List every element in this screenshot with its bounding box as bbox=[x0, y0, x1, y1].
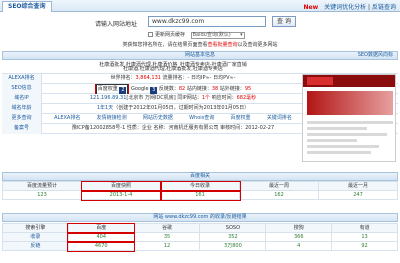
world-rank: 3,864,131 bbox=[135, 75, 161, 81]
refresh-cache-checkbox[interactable] bbox=[148, 32, 153, 37]
tab-seo-query[interactable]: SEO综合查询 bbox=[2, 1, 52, 12]
seo-values: 百度权重 2 Google 3 反链数：82 站内链接：38 站外链接：95 bbox=[94, 84, 252, 94]
more-link-whois[interactable]: Whois查询 bbox=[189, 114, 214, 124]
top-links: New 关键词优化分析 | 反链查询 bbox=[304, 2, 396, 11]
baidu-weight-badge[interactable]: 百度权重 2 bbox=[94, 84, 130, 94]
baidu-snapshot-header: 百度快照 bbox=[80, 180, 162, 192]
keyword-text: 杜康酒,杜康酒代理,杜康酒批发,杜康酒专卖店 bbox=[123, 66, 223, 72]
thumb-banner bbox=[307, 91, 393, 115]
alexa-label: ALEXA排名 bbox=[2, 74, 42, 84]
chevron-down-icon: ▾ bbox=[240, 32, 243, 38]
more-query-label: 更多查询 bbox=[2, 114, 42, 124]
seo-label: SEO信息 bbox=[2, 84, 42, 94]
notice-text: 类获知您排名所在，请在结果页面查看查看批量查询以及查询更多网站 bbox=[122, 42, 278, 48]
more-link-keyword-rank[interactable]: 关键词排名 bbox=[267, 114, 292, 124]
baidu-related-bar: 百度相关 bbox=[2, 172, 398, 181]
basic-info-bar: 网站基本信息 SEO数据风向标 bbox=[2, 51, 398, 60]
engines-header-row: 搜索引擎 百度 谷歌 SOSO 搜狗 有道 bbox=[2, 222, 398, 234]
query-button[interactable]: 查 询 bbox=[272, 16, 296, 27]
backlink-query-link[interactable]: 反链查询 bbox=[372, 4, 396, 11]
more-link-alexa[interactable]: ALEXA排名 bbox=[54, 114, 80, 124]
today-index-header: 今日收录 bbox=[159, 180, 241, 192]
more-link-history[interactable]: 网站历史数据 bbox=[143, 114, 173, 124]
baidu-table: 百度流量预计 百度快照 今日收录 最近一周 最近一月 123 2013-1-4 … bbox=[2, 180, 398, 201]
index-count-row: 收录 404 35 352 366 13 bbox=[2, 231, 398, 243]
today-index-count[interactable]: 161 bbox=[159, 189, 241, 201]
baidu-index-count[interactable]: 404 bbox=[67, 231, 136, 243]
keyword-analysis-link[interactable]: 关键词优化分析 bbox=[324, 4, 366, 11]
alexa-values: 世界排名：3,864,131 流量排名：- 日均IP≈- 日均PV≈- bbox=[110, 75, 236, 81]
baidu-value-row: 123 2013-1-4 161 162 247 bbox=[2, 189, 398, 201]
new-badge: New bbox=[303, 4, 319, 11]
options-row: 更新网页缓存 Baidu查询(默认) ▾ bbox=[148, 31, 245, 39]
thumb-logo bbox=[307, 77, 333, 85]
domain-ip-label: 域名IP bbox=[2, 94, 42, 104]
url-input[interactable] bbox=[148, 16, 266, 27]
baidu-engine-header: 百度 bbox=[67, 222, 136, 234]
site-thumbnail[interactable] bbox=[302, 74, 396, 162]
top-tab-bar: SEO综合查询 New 关键词优化分析 | 反链查询 bbox=[0, 0, 400, 12]
index-backlink-bar: 网站 www.dkzc99.com 的收录/反链结果 bbox=[2, 213, 398, 222]
notice-link[interactable]: 查看批量查询 bbox=[207, 42, 237, 48]
domain-ip-values: 121.196.89.31[北京市 万网IDC机房] 同IP网站：1个 响应时间… bbox=[89, 95, 257, 101]
domain-age-values: 1年1天（创建于2012年01月05日，过期时间为2013年01月05日） bbox=[96, 105, 250, 111]
baidu-header-row: 百度流量预计 百度快照 今日收录 最近一周 最近一月 bbox=[2, 180, 398, 192]
google-pr-badge[interactable]: 3 bbox=[150, 87, 158, 94]
search-label: 请输入网站地址 bbox=[95, 21, 138, 28]
baidu-snapshot-date[interactable]: 2013-1-4 bbox=[80, 189, 162, 201]
more-query-links: ALEXA排名 友情链接检测 网站历史数据 Whois查询 百度权重 关键词排名 bbox=[46, 114, 300, 124]
backlink-count-row: 反链 4670 12 3万800 4 92 bbox=[2, 240, 398, 252]
engines-table: 搜索引擎 百度 谷歌 SOSO 搜狗 有道 收录 404 35 352 366 … bbox=[2, 222, 398, 252]
more-link-baidu-weight[interactable]: 百度权重 bbox=[231, 114, 251, 124]
seo-trend-link[interactable]: SEO数据风向标 bbox=[358, 52, 393, 59]
search-row: 请输入网站地址 查 询 bbox=[0, 16, 400, 28]
more-link-friendlinks[interactable]: 友情链接检测 bbox=[97, 114, 127, 124]
domain-age-label: 域名年龄 bbox=[2, 104, 42, 114]
engine-select[interactable]: Baidu查询(默认) ▾ bbox=[190, 32, 245, 39]
refresh-cache-label: 更新网页缓存 bbox=[155, 32, 186, 38]
keyword-row: 杜康酒,杜康酒代理,杜康酒批发,杜康酒专卖店 bbox=[2, 66, 398, 74]
beian-label: 备案号 bbox=[2, 124, 42, 134]
link-separator: | bbox=[368, 4, 371, 11]
baidu-backlink-count[interactable]: 4670 bbox=[67, 240, 136, 252]
beian-values: 豫ICP备12002858号-1 性质：企业 名称：河南机迁服务有限公司 审核时… bbox=[71, 125, 275, 131]
